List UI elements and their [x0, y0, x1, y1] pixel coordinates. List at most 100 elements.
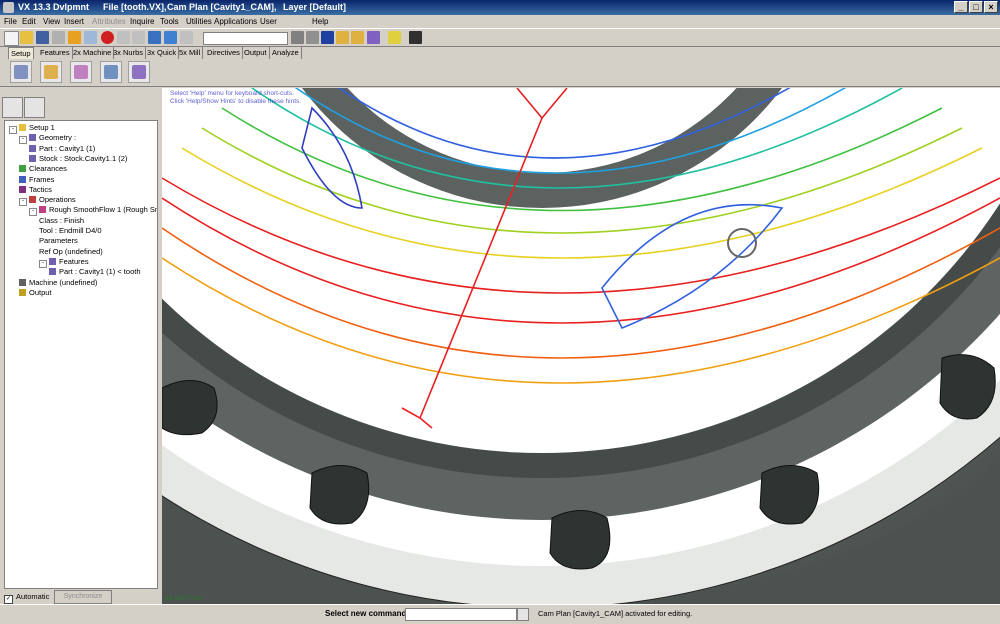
- tab-3x-nurbs[interactable]: 3x Nurbs: [111, 47, 147, 59]
- settings-icon[interactable]: [164, 31, 177, 44]
- tree-item[interactable]: - Operations: [19, 195, 76, 207]
- layer-name: Layer [Default]: [283, 2, 347, 12]
- tree-item[interactable]: - Geometry :: [19, 133, 76, 145]
- graphics-viewport[interactable]: Select 'Help' menu for keyboard short-cu…: [162, 88, 1000, 604]
- tree-item[interactable]: Class : Finish: [39, 216, 84, 226]
- rotate-icon[interactable]: [306, 31, 319, 44]
- menu-bar: File Edit View Insert Attributes Inquire…: [0, 15, 1000, 28]
- operation-button[interactable]: [128, 61, 150, 83]
- tree-item[interactable]: Machine (undefined): [19, 278, 97, 288]
- tab-analyze[interactable]: Analyze: [270, 47, 302, 59]
- app-version: 13.3 Dvlpmnt: [33, 2, 90, 12]
- close-button[interactable]: ×: [984, 1, 998, 13]
- ribbon-tabs: Setup Features 2x Machine 3x Nurbs 3x Qu…: [0, 47, 1000, 59]
- tree-item[interactable]: Tactics: [19, 185, 52, 195]
- tree-item-label: Frames: [29, 174, 55, 184]
- tree-item[interactable]: Ref Op (undefined): [39, 247, 103, 257]
- refresh-button[interactable]: [24, 97, 45, 118]
- menu-applications[interactable]: Applications: [214, 15, 257, 28]
- menu-view[interactable]: View: [43, 15, 60, 28]
- status-bar: Select new command. Cam Plan [Cavity1_CA…: [0, 604, 1000, 624]
- frames-button[interactable]: [100, 61, 122, 83]
- tactic-button[interactable]: [70, 61, 92, 83]
- minimize-button[interactable]: _: [954, 1, 968, 13]
- tree-item[interactable]: - Setup 1: [9, 123, 55, 134]
- automatic-checkbox[interactable]: ✓ Automatic: [4, 591, 49, 604]
- op-icon: [39, 206, 46, 214]
- tree-toggle-icon[interactable]: -: [19, 136, 27, 145]
- tree-item-label: Stock : Stock.Cavity1.1 (2): [39, 153, 128, 163]
- setup-part-button[interactable]: [10, 61, 32, 83]
- ops-icon: [29, 196, 36, 204]
- stop-icon[interactable]: [101, 31, 114, 44]
- tab-features[interactable]: Features: [38, 47, 73, 59]
- help-icon[interactable]: [84, 31, 97, 44]
- tree-toggle-icon[interactable]: -: [19, 198, 27, 207]
- menu-attributes[interactable]: Attributes: [92, 15, 126, 28]
- tab-2x-machine[interactable]: 2x Machine: [71, 47, 115, 59]
- cube-icon: [49, 268, 56, 276]
- tab-directives[interactable]: Directives: [205, 47, 243, 59]
- maximize-button[interactable]: □: [969, 1, 983, 13]
- viewport-hint: Select 'Help' menu for keyboard short-cu…: [170, 90, 301, 106]
- tree-view-button[interactable]: [2, 97, 23, 118]
- status-spinner[interactable]: [517, 608, 529, 621]
- menu-insert[interactable]: Insert: [64, 15, 84, 28]
- tree-toggle-icon[interactable]: -: [9, 126, 17, 134]
- menu-edit[interactable]: Edit: [22, 15, 36, 28]
- tree-item[interactable]: Frames: [19, 175, 54, 185]
- hint-line-1: Select 'Help' menu for keyboard short-cu…: [170, 90, 294, 97]
- select-icon[interactable]: [291, 31, 304, 44]
- tab-3x-quick[interactable]: 3x Quick: [145, 47, 180, 59]
- undo-icon[interactable]: [117, 31, 130, 44]
- machine-icon: [19, 278, 26, 286]
- tree-item-label: Part : Cavity1 (1) < tooth: [59, 267, 141, 277]
- tree-toggle-icon[interactable]: -: [29, 208, 37, 217]
- command-prompt: Select new command.: [325, 609, 409, 618]
- tree-item[interactable]: Part : Cavity1 (1): [29, 144, 95, 154]
- save-icon[interactable]: [36, 31, 49, 44]
- output-icon: [19, 288, 26, 296]
- zoom-window-icon[interactable]: [336, 31, 349, 44]
- layers-icon[interactable]: [180, 31, 193, 44]
- stock-button[interactable]: [40, 61, 62, 83]
- tree-item-label: Machine (undefined): [29, 277, 98, 287]
- menu-user[interactable]: User: [260, 15, 277, 28]
- synchronize-button[interactable]: Synchronize: [54, 590, 112, 604]
- command-input[interactable]: [203, 32, 288, 45]
- tab-output[interactable]: Output: [242, 47, 270, 59]
- view-cube-icon[interactable]: [367, 31, 380, 44]
- toolpath-view[interactable]: [162, 88, 1000, 604]
- tree-item[interactable]: - Features: [39, 257, 89, 268]
- tree-item[interactable]: Parameters: [39, 236, 78, 246]
- cam-plan-tree[interactable]: - Setup 1- Geometry : Part : Cavity1 (1) Sto…: [4, 120, 158, 589]
- status-input[interactable]: [405, 608, 517, 621]
- frames-icon: [104, 65, 118, 79]
- tree-item[interactable]: Clearances: [19, 164, 67, 174]
- tree-item[interactable]: Part : Cavity1 (1) < tooth: [49, 267, 141, 277]
- menu-tools[interactable]: Tools: [160, 15, 179, 28]
- pan-icon[interactable]: [321, 31, 334, 44]
- open-folder-icon[interactable]: [20, 31, 33, 44]
- menu-file[interactable]: File: [4, 15, 17, 28]
- tab-5x-mill[interactable]: 5x Mill: [177, 47, 204, 59]
- tree-item[interactable]: Tool : Endmill D4/0: [39, 226, 102, 236]
- pencil-icon[interactable]: [68, 31, 81, 44]
- tree-item[interactable]: Output: [19, 288, 52, 298]
- tab-setup[interactable]: Setup: [8, 47, 34, 59]
- menu-help[interactable]: Help: [312, 15, 328, 28]
- zoom-all-icon[interactable]: [351, 31, 364, 44]
- hint-line-2: Click 'Help/Show Hints' to disable these…: [170, 98, 302, 105]
- menu-utilities[interactable]: Utilities: [186, 15, 212, 28]
- redo-icon[interactable]: [132, 31, 145, 44]
- tree-toggle-icon[interactable]: -: [39, 259, 47, 268]
- info-icon[interactable]: [148, 31, 161, 44]
- menu-inquire[interactable]: Inquire: [130, 15, 154, 28]
- new-file-icon[interactable]: [4, 31, 19, 46]
- tree-item[interactable]: - Rough SmoothFlow 1 (Rough Sm: [29, 205, 157, 217]
- snap-icon[interactable]: [388, 31, 401, 44]
- pick-filter-icon[interactable]: [409, 31, 422, 44]
- tree-item[interactable]: Stock : Stock.Cavity1.1 (2): [29, 154, 127, 164]
- app-name: VX: [18, 2, 31, 12]
- print-icon[interactable]: [52, 31, 65, 44]
